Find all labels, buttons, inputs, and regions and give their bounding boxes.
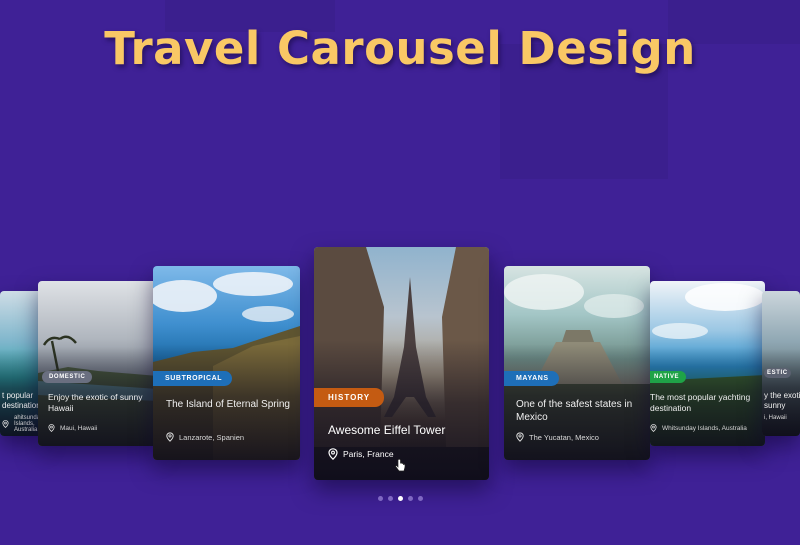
location-pin-icon: [166, 432, 174, 442]
hand-pointer-icon: [395, 459, 406, 472]
card-tag: MAYANS: [504, 371, 559, 386]
pagination-dot[interactable]: [387, 496, 393, 501]
card-tag: HISTORY: [314, 388, 385, 407]
page-title: Travel Carousel Design: [104, 22, 696, 75]
destination-card[interactable]: NATIVE The most popular yachting destina…: [650, 281, 765, 446]
card-location-text: Whitsunday Islands, Australia: [662, 424, 747, 432]
destination-card[interactable]: ESTIC y the exotic sunny i, Hawaii: [762, 291, 800, 436]
location-pin-icon: [516, 432, 524, 442]
carousel-pagination: [0, 496, 800, 501]
card-title: The Island of Eternal Spring: [166, 399, 290, 410]
location-pin-icon: [2, 420, 9, 428]
card-location: The Yucatan, Mexico: [516, 432, 599, 442]
pagination-dot-active[interactable]: [397, 496, 403, 501]
card-location-text: The Yucatan, Mexico: [529, 432, 599, 442]
destination-card[interactable]: t popular destination ahitsunday Islands…: [0, 291, 42, 436]
card-location: Whitsunday Islands, Australia: [650, 424, 747, 432]
card-tag: SUBTROPICAL: [153, 371, 233, 386]
destination-card[interactable]: SUBTROPICAL The Island of Eternal Spring…: [153, 266, 300, 460]
card-location-text: Maui, Hawaii: [60, 424, 98, 432]
card-location: i, Hawaii: [764, 415, 787, 421]
destination-card-active[interactable]: HISTORY Awesome Eiffel Tower Paris, Fran…: [314, 247, 489, 480]
card-title: t popular destination: [2, 391, 41, 411]
card-title: y the exotic sunny: [764, 391, 800, 411]
card-title: The most popular yachting destination: [650, 392, 751, 414]
location-pin-icon: [650, 424, 657, 432]
location-pin-icon: [328, 448, 338, 460]
card-location: Paris, France: [328, 448, 394, 460]
card-location: ahitsunday Islands, Australia: [2, 415, 42, 433]
card-location: Maui, Hawaii: [48, 424, 97, 432]
card-tag: ESTIC: [764, 368, 791, 378]
card-location: Lanzarote, Spanien: [166, 432, 244, 442]
destination-card[interactable]: MAYANS One of the safest states in Mexic…: [504, 266, 650, 460]
card-location-text: Lanzarote, Spanien: [179, 432, 245, 442]
location-pin-icon: [48, 424, 55, 432]
card-tag: NATIVE: [650, 371, 687, 383]
card-title: Enjoy the exotic of sunny Hawaii: [48, 392, 143, 414]
pagination-dot[interactable]: [407, 496, 413, 501]
card-location-text: Paris, France: [343, 449, 394, 459]
card-title: Awesome Eiffel Tower: [328, 423, 446, 437]
card-tag: DOMESTIC: [42, 371, 93, 383]
card-title: One of the safest states in Mexico: [516, 399, 633, 423]
destination-card[interactable]: DOMESTIC Enjoy the exotic of sunny Hawai…: [38, 281, 158, 446]
pagination-dot[interactable]: [377, 496, 383, 501]
pagination-dot[interactable]: [417, 496, 423, 501]
card-location-text: i, Hawaii: [764, 415, 787, 421]
